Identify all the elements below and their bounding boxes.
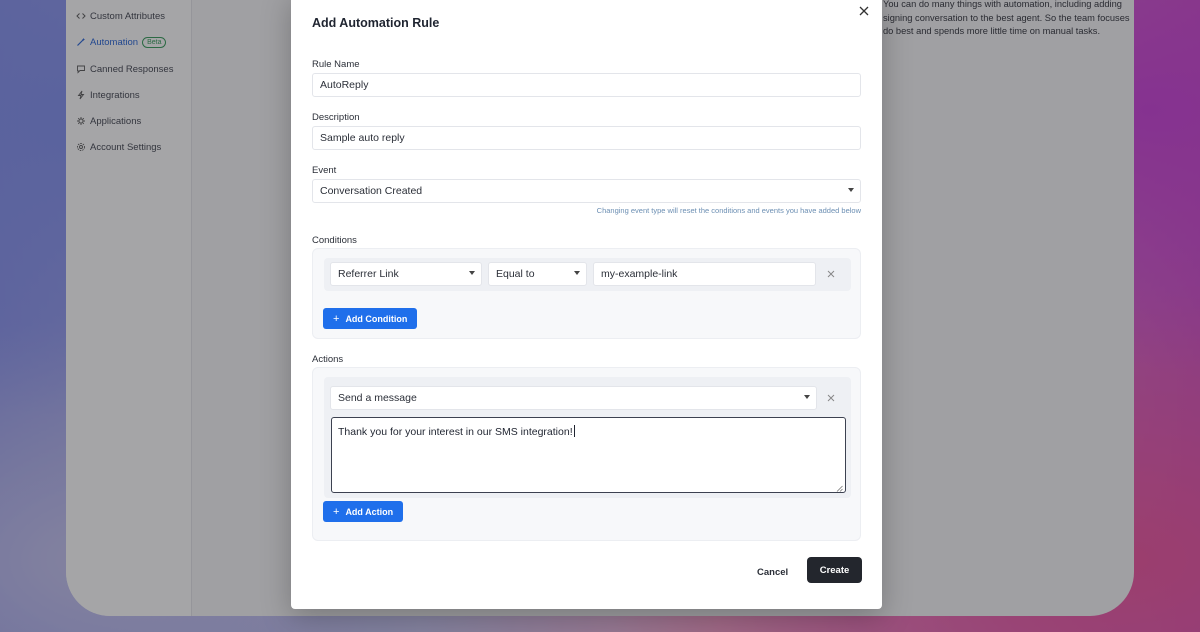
condition-operator-select[interactable]: Equal to — [488, 262, 587, 286]
close-icon — [827, 265, 835, 283]
action-row: Send a message Thank you for your intere… — [324, 377, 851, 498]
condition-operator-value: Equal to — [496, 268, 535, 280]
create-button[interactable]: Create — [807, 557, 862, 583]
close-button[interactable] — [856, 4, 872, 20]
chevron-down-icon — [574, 271, 580, 275]
chevron-down-icon — [804, 395, 810, 399]
rule-name-input[interactable] — [312, 73, 861, 97]
event-select[interactable]: Conversation Created — [312, 179, 861, 203]
action-message-text: Thank you for your interest in our SMS i… — [338, 426, 573, 438]
resize-grip-icon[interactable] — [836, 483, 843, 492]
add-action-label: Add Action — [345, 506, 394, 517]
condition-attribute-select[interactable]: Referrer Link — [330, 262, 482, 286]
add-automation-rule-modal: Add Automation Rule Rule Name Descriptio… — [291, 0, 882, 609]
plus-icon: + — [333, 312, 340, 325]
modal-title: Add Automation Rule — [312, 16, 440, 30]
remove-condition-button[interactable] — [824, 267, 838, 281]
conditions-label: Conditions — [312, 235, 357, 246]
actions-panel: Send a message Thank you for your intere… — [312, 367, 861, 541]
rule-name-label: Rule Name — [312, 59, 360, 70]
condition-row: Referrer Link Equal to — [324, 258, 851, 291]
chevron-down-icon — [469, 271, 475, 275]
event-change-hint: Changing event type will reset the condi… — [596, 206, 861, 215]
action-type-value: Send a message — [338, 392, 417, 404]
chevron-down-icon — [848, 188, 854, 192]
conditions-panel: Referrer Link Equal to + Add Condition — [312, 248, 861, 339]
actions-label: Actions — [312, 354, 344, 365]
add-condition-label: Add Condition — [345, 313, 408, 324]
remove-action-button[interactable] — [824, 391, 838, 405]
add-condition-button[interactable]: + Add Condition — [323, 308, 418, 329]
text-cursor — [573, 425, 575, 437]
cancel-button[interactable]: Cancel — [757, 560, 788, 584]
plus-icon: + — [333, 505, 340, 518]
description-input[interactable] — [312, 126, 861, 150]
event-label: Event — [312, 165, 337, 176]
add-action-button[interactable]: + Add Action — [323, 501, 404, 522]
condition-value-input[interactable] — [593, 262, 816, 286]
description-label: Description — [312, 112, 360, 123]
action-message-textarea[interactable]: Thank you for your interest in our SMS i… — [331, 417, 846, 493]
close-icon — [859, 3, 869, 21]
condition-attribute-value: Referrer Link — [338, 268, 399, 280]
action-type-select[interactable]: Send a message — [330, 386, 817, 410]
event-select-value: Conversation Created — [320, 185, 423, 197]
close-icon — [827, 389, 835, 407]
